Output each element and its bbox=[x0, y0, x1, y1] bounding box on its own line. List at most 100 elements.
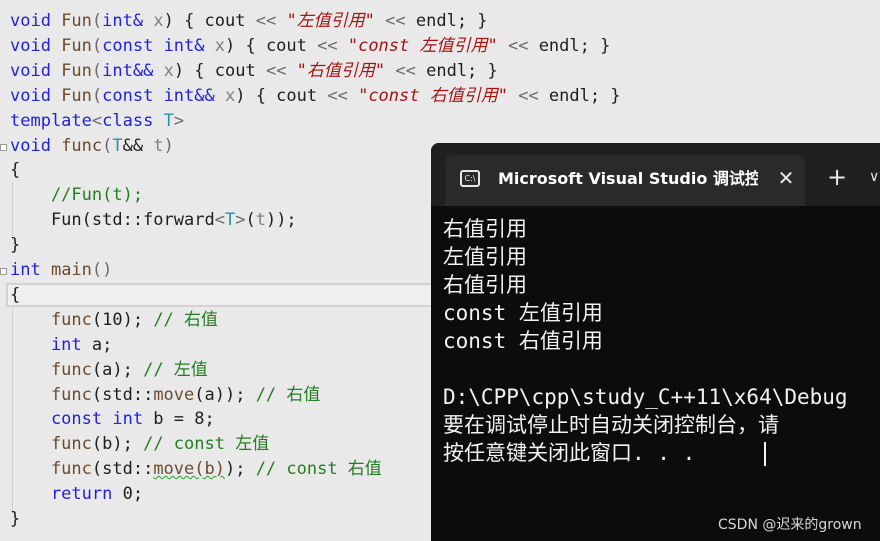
code-token: (10); bbox=[91, 309, 154, 330]
console-tab-title: Microsoft Visual Studio 调试控 bbox=[498, 169, 758, 188]
code-line[interactable]: const int b = 8; bbox=[10, 407, 215, 432]
code-token: // const 左值 bbox=[143, 434, 270, 455]
terminal-icon: C:\ bbox=[460, 170, 480, 187]
code-line[interactable]: func(a); // 左值 bbox=[10, 358, 208, 383]
code-token: endl; } bbox=[415, 11, 488, 31]
code-token: int&& bbox=[102, 60, 154, 81]
code-line[interactable]: { bbox=[10, 283, 20, 308]
code-line[interactable]: return 0; bbox=[10, 482, 143, 507]
code-token: ) bbox=[163, 135, 174, 156]
code-token: endl; } bbox=[548, 85, 621, 106]
code-token: << bbox=[497, 35, 539, 56]
close-icon[interactable]: ✕ bbox=[775, 167, 797, 189]
code-token: void bbox=[10, 60, 51, 81]
console-output-line: 左值引用 bbox=[443, 245, 527, 269]
code-token: T bbox=[153, 110, 174, 131]
debug-console-window[interactable]: C:\ Microsoft Visual Studio 调试控 ✕ + ∨ 右值… bbox=[431, 143, 880, 541]
code-token: int& bbox=[102, 11, 144, 31]
code-token: << bbox=[317, 35, 338, 56]
fold-toggle-func[interactable] bbox=[0, 144, 7, 151]
code-token: void bbox=[10, 35, 51, 56]
code-token: )); bbox=[265, 210, 297, 231]
code-token: ( bbox=[245, 210, 256, 231]
code-token: "const 左值引用" bbox=[337, 35, 498, 56]
console-titlebar[interactable]: C:\ Microsoft Visual Studio 调试控 ✕ + ∨ bbox=[431, 143, 880, 206]
code-token: func bbox=[10, 359, 92, 380]
code-token: func bbox=[10, 309, 92, 330]
code-line[interactable]: func(std::move(a)); // 右值 bbox=[10, 383, 320, 408]
code-line[interactable]: template<class T> bbox=[10, 109, 184, 134]
code-token: } bbox=[10, 235, 21, 256]
console-output-line: 右值引用 bbox=[443, 273, 527, 297]
code-token: a; bbox=[81, 334, 113, 355]
code-line[interactable]: { bbox=[10, 158, 20, 183]
code-token: > bbox=[173, 110, 185, 131]
code-token: { bbox=[10, 160, 21, 181]
code-line[interactable]: void Fun(const int&& x) { cout << "const… bbox=[10, 84, 621, 109]
code-token: Fun bbox=[50, 85, 92, 106]
code-token: void bbox=[10, 135, 51, 156]
code-token: const int&& bbox=[102, 85, 215, 106]
code-token: 0; bbox=[112, 484, 144, 505]
code-token: (a)); bbox=[194, 384, 256, 405]
fold-toggle-main[interactable] bbox=[0, 268, 7, 275]
code-token: << bbox=[374, 11, 416, 31]
code-line[interactable]: func(std::move(b)); // const 右值 bbox=[10, 457, 382, 482]
code-token: // 左值 bbox=[143, 359, 208, 380]
code-token: ) { cout bbox=[173, 60, 266, 81]
code-token: class bbox=[102, 110, 154, 131]
code-token: return bbox=[10, 484, 113, 505]
code-token: ( bbox=[91, 11, 103, 31]
code-token: T bbox=[112, 135, 123, 156]
code-token: << bbox=[265, 60, 287, 81]
chevron-down-icon[interactable]: ∨ bbox=[869, 167, 880, 187]
code-token: const int bbox=[10, 409, 144, 430]
code-token: << bbox=[255, 11, 277, 31]
console-tab[interactable]: C:\ Microsoft Visual Studio 调试控 ✕ bbox=[445, 155, 805, 206]
code-line[interactable]: int main() bbox=[10, 258, 112, 283]
code-token: t bbox=[255, 210, 266, 231]
code-token: move bbox=[153, 384, 195, 405]
code-token: int bbox=[10, 260, 41, 280]
code-token: Fun bbox=[50, 35, 92, 56]
code-token: && bbox=[122, 135, 154, 156]
watermark: CSDN @迟来的grown bbox=[718, 517, 862, 533]
code-token: int bbox=[10, 334, 82, 355]
code-token: "左值引用" bbox=[276, 11, 375, 31]
new-tab-button[interactable]: + bbox=[825, 165, 849, 189]
code-line[interactable]: void Fun(int& x) { cout << "左值引用" << end… bbox=[10, 9, 488, 34]
code-line[interactable]: func(b); // const 左值 bbox=[10, 432, 269, 457]
code-token: () bbox=[91, 260, 113, 280]
text-caret bbox=[764, 442, 766, 466]
code-token: move(b) bbox=[153, 459, 225, 480]
code-token: x bbox=[153, 60, 174, 81]
code-line[interactable]: //Fun(t); bbox=[10, 183, 143, 208]
console-output-line: 按任意键关闭此窗口. . . bbox=[443, 441, 696, 465]
code-line[interactable]: int a; bbox=[10, 333, 112, 358]
code-token: << bbox=[507, 85, 549, 106]
console-output-line: const 左值引用 bbox=[443, 301, 603, 325]
code-line[interactable]: } bbox=[10, 233, 20, 258]
code-token: (std:: bbox=[91, 459, 154, 480]
code-token: func bbox=[10, 434, 92, 455]
code-token: const int& bbox=[102, 35, 205, 56]
code-token: // 右值 bbox=[255, 384, 321, 405]
code-token: func bbox=[10, 384, 92, 405]
code-line[interactable]: Fun(std::forward<T>(t)); bbox=[10, 208, 297, 233]
code-token: ( bbox=[91, 35, 103, 56]
code-token: x bbox=[204, 35, 225, 56]
code-token: t bbox=[153, 135, 164, 156]
code-line[interactable]: func(10); // 右值 bbox=[10, 308, 218, 333]
code-token: (b); bbox=[91, 434, 144, 455]
code-token: //Fun(t); bbox=[10, 185, 144, 206]
code-token: "右值引用" bbox=[286, 60, 386, 81]
code-token: < bbox=[91, 110, 103, 131]
code-line[interactable]: void Fun(int&& x) { cout << "右值引用" << en… bbox=[10, 59, 498, 84]
code-token: void bbox=[10, 85, 51, 106]
code-token: ) { cout bbox=[225, 35, 318, 56]
code-token: template bbox=[10, 110, 92, 131]
code-line[interactable]: } bbox=[10, 507, 20, 532]
code-line[interactable]: void func(T&& t) bbox=[10, 134, 174, 159]
code-token: main bbox=[40, 260, 92, 280]
code-line[interactable]: void Fun(const int& x) { cout << "const … bbox=[10, 34, 610, 59]
